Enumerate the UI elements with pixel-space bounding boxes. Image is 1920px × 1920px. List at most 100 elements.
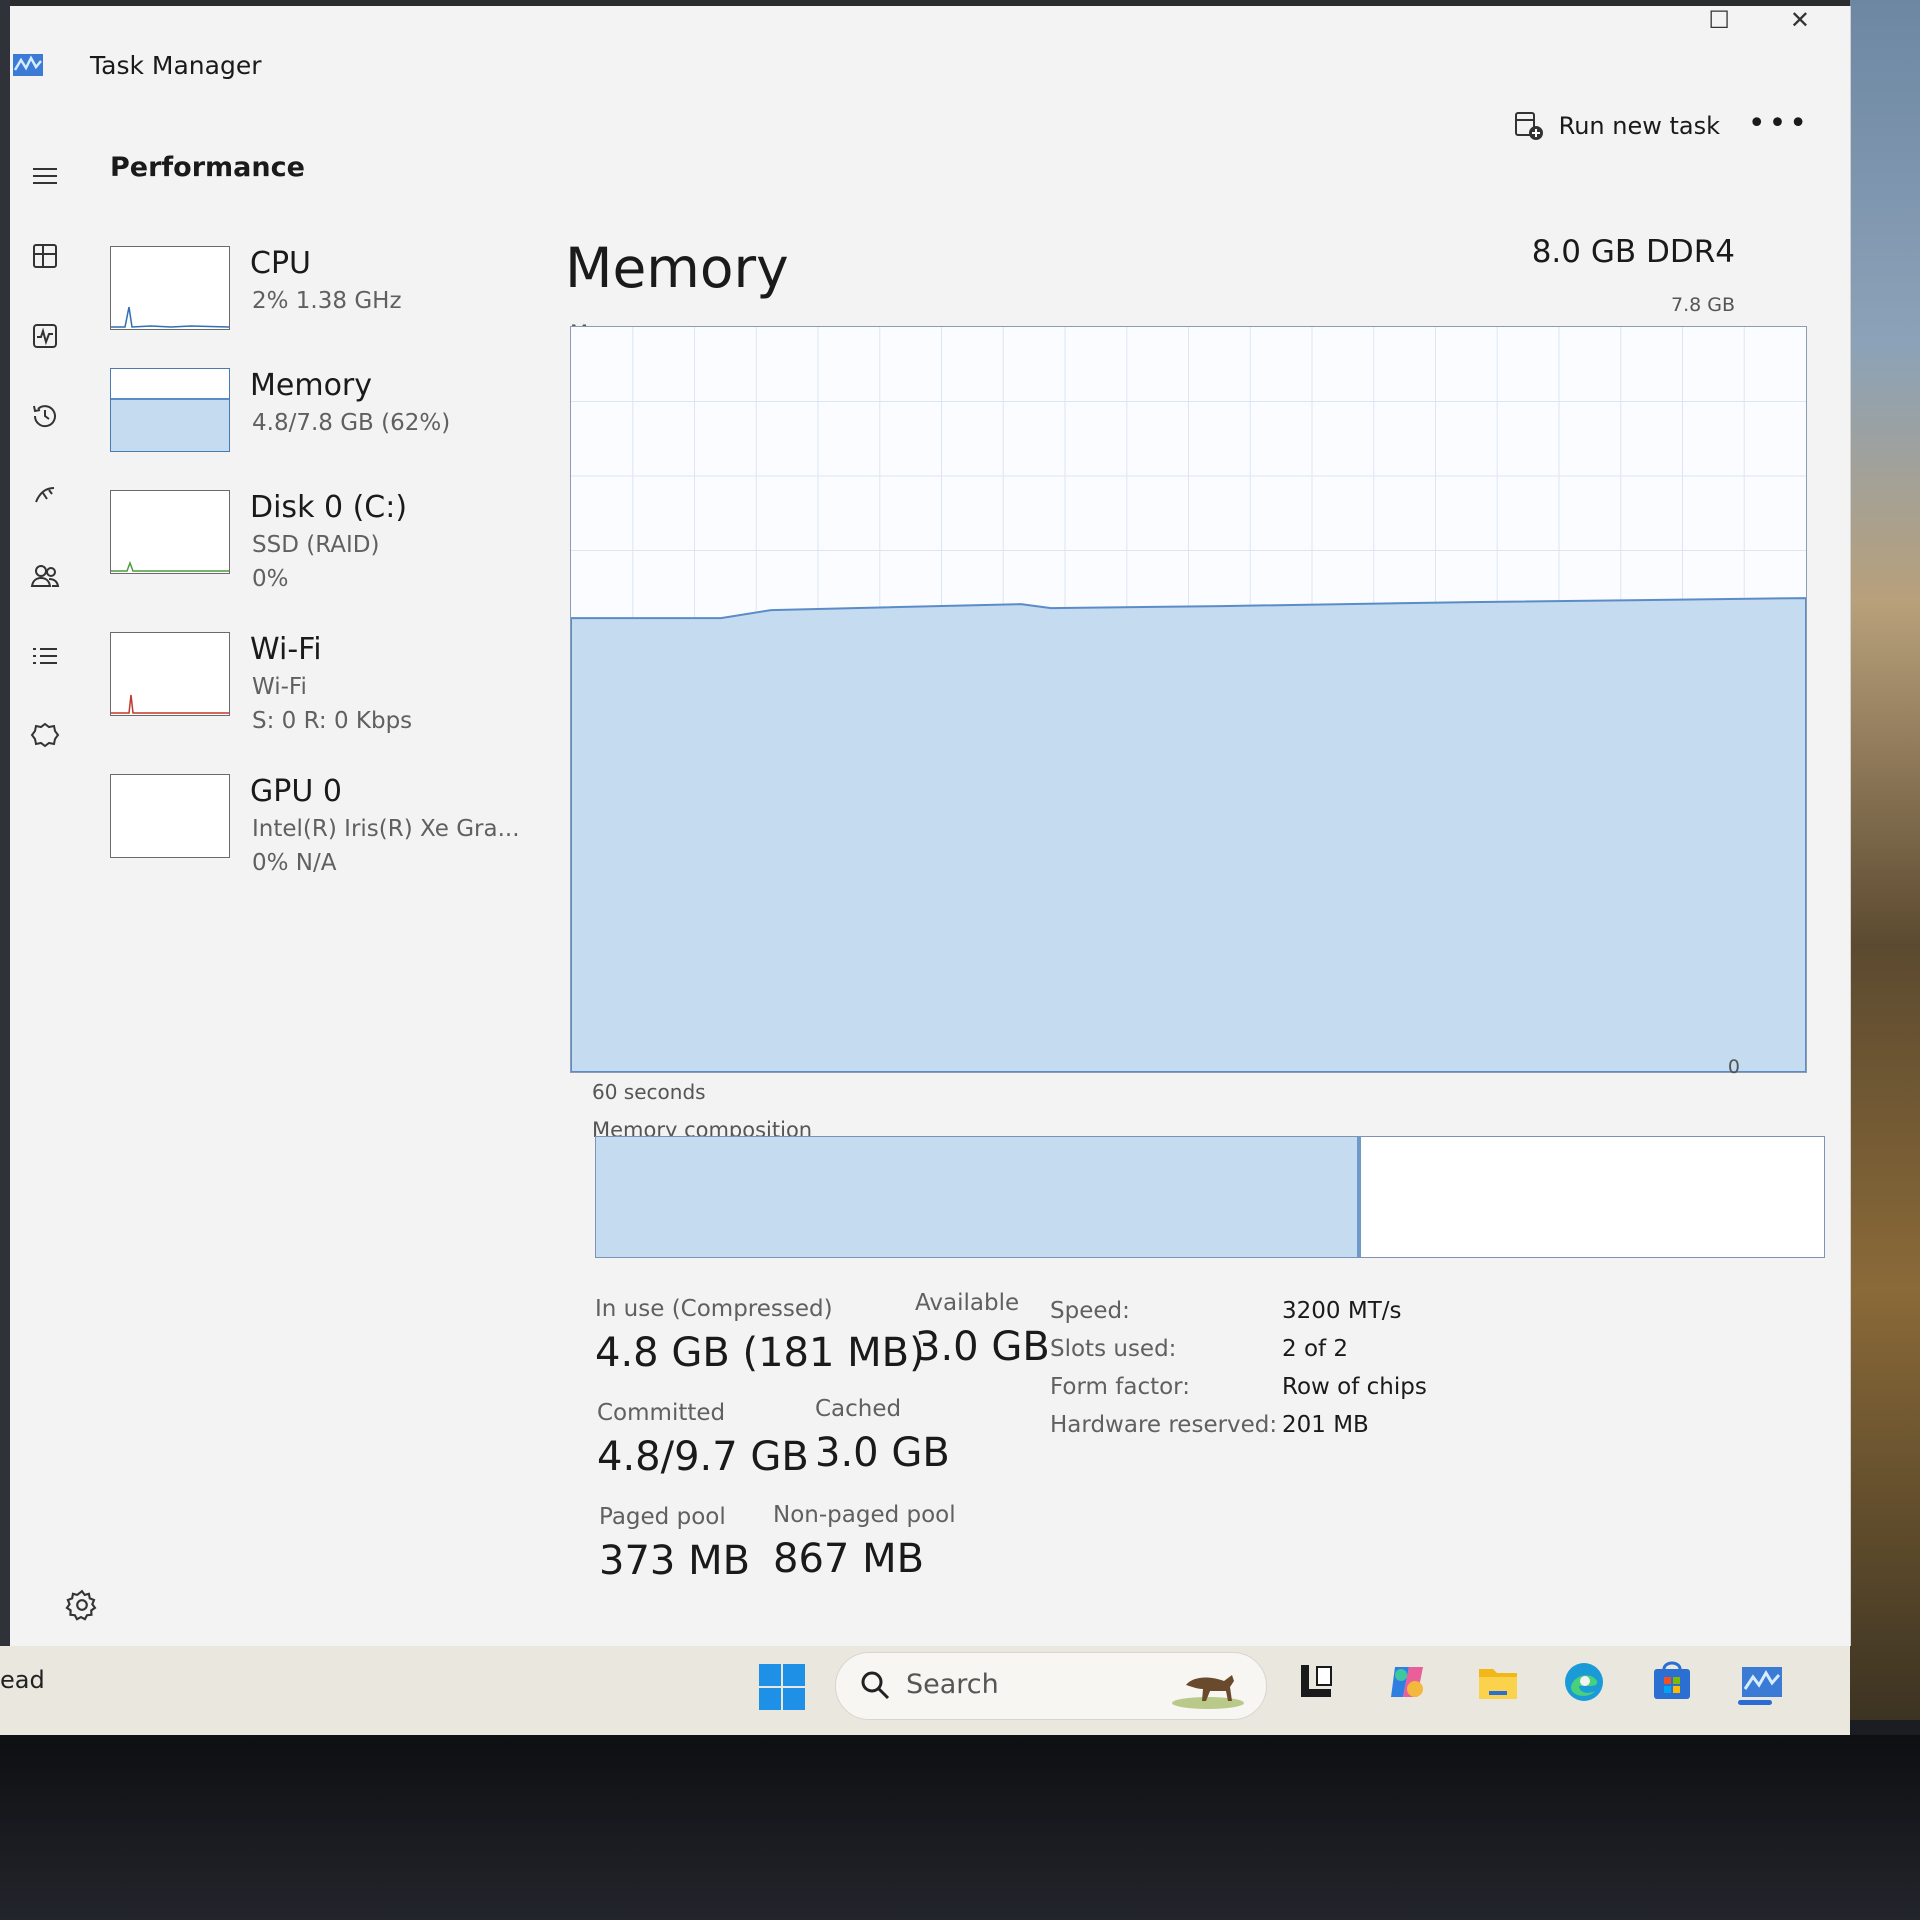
device-detail-2: 0%	[252, 566, 289, 592]
task-manager-window: Task Manager ☐ ✕ Performance Run new tas…	[10, 6, 1851, 1646]
cpu-thumbnail-graph	[110, 246, 230, 330]
search-highlight-icon	[1172, 1675, 1244, 1709]
details-icon[interactable]	[10, 628, 80, 684]
spec-label: Speed:	[1050, 1298, 1130, 1324]
window-controls: ☐ ✕	[1708, 6, 1810, 34]
spec-slots: Slots used: 2 of 2	[1050, 1336, 1470, 1374]
wifi-thumbnail-graph	[110, 632, 230, 716]
close-icon[interactable]: ✕	[1790, 6, 1810, 34]
memory-composition-bar	[595, 1136, 1825, 1258]
stat-label: Cached	[815, 1396, 902, 1422]
spec-form-factor: Form factor: Row of chips	[1050, 1374, 1470, 1412]
stat-value: 3.0 GB	[915, 1324, 1050, 1370]
device-name: Disk 0 (C:)	[250, 490, 408, 525]
memory-usage-graph	[571, 327, 1806, 1072]
device-name: CPU	[250, 246, 311, 281]
memory-usage-chart	[570, 326, 1807, 1073]
app-history-icon[interactable]	[10, 388, 80, 444]
screen-bezel-left	[0, 0, 10, 1735]
stat-committed: Committed 4.8/9.7 GB	[597, 1400, 809, 1480]
device-item-gpu[interactable]: GPU 0 Intel(R) Iris(R) Xe Gra... 0% N/A	[110, 774, 530, 884]
file-explorer-icon[interactable]	[1468, 1652, 1528, 1712]
run-new-task-label: Run new task	[1558, 112, 1720, 140]
spec-label: Hardware reserved:	[1050, 1412, 1278, 1438]
window-title: Task Manager	[90, 51, 262, 80]
start-icon[interactable]	[758, 1663, 806, 1711]
store-icon[interactable]	[1642, 1652, 1702, 1712]
device-detail: 4.8/7.8 GB (62%)	[252, 410, 451, 436]
stat-available: Available 3.0 GB	[915, 1290, 1050, 1370]
device-item-cpu[interactable]: CPU 2% 1.38 GHz	[110, 246, 530, 356]
device-name: GPU 0	[250, 774, 342, 809]
memory-spec: 8.0 GB DDR4	[1531, 234, 1735, 270]
device-detail: SSD (RAID)	[252, 532, 380, 558]
device-name: Wi-Fi	[250, 632, 322, 667]
processes-icon[interactable]	[10, 228, 80, 284]
stat-value: 3.0 GB	[815, 1430, 950, 1476]
screen-bezel-bottom	[0, 1735, 1920, 1920]
startup-apps-icon[interactable]	[10, 468, 80, 524]
active-app-indicator	[1738, 1700, 1772, 1705]
settings-gear-icon[interactable]	[65, 1588, 99, 1622]
stat-in-use: In use (Compressed) 4.8 GB (181 MB)	[595, 1296, 925, 1376]
device-name: Memory	[250, 368, 373, 403]
search-placeholder: Search	[906, 1669, 999, 1700]
stat-label: Non-paged pool	[773, 1502, 956, 1528]
device-detail: Wi-Fi	[252, 674, 307, 700]
maximize-icon[interactable]: ☐	[1708, 6, 1730, 34]
memory-usage-area	[571, 597, 1806, 1072]
time-span-label: 60 seconds	[592, 1080, 706, 1104]
spec-label: Slots used:	[1050, 1336, 1177, 1362]
device-item-wifi[interactable]: Wi-Fi Wi-Fi S: 0 R: 0 Kbps	[110, 632, 530, 742]
stat-label: Paged pool	[599, 1504, 726, 1530]
memory-title: Memory	[565, 236, 789, 300]
more-options-button[interactable]: •••	[1748, 106, 1810, 141]
stat-value: 867 MB	[773, 1536, 925, 1582]
device-detail: Intel(R) Iris(R) Xe Gra...	[252, 816, 520, 842]
spec-value: Row of chips	[1282, 1374, 1427, 1400]
device-item-disk[interactable]: Disk 0 (C:) SSD (RAID) 0%	[110, 490, 530, 600]
device-detail-2: S: 0 R: 0 Kbps	[252, 708, 413, 734]
users-icon[interactable]	[10, 548, 80, 604]
memory-thumbnail-graph	[110, 368, 230, 452]
stat-value: 4.8/9.7 GB	[597, 1434, 809, 1480]
services-icon[interactable]	[10, 708, 80, 764]
run-new-task-icon	[1514, 112, 1543, 140]
spec-label: Form factor:	[1050, 1374, 1190, 1400]
axis-zero-label: 0	[1727, 1056, 1740, 1078]
stat-value: 373 MB	[599, 1538, 751, 1584]
task-manager-app-icon	[13, 54, 43, 76]
gpu-thumbnail-graph	[110, 774, 230, 858]
stat-label: Committed	[597, 1400, 726, 1426]
desktop-edge-text: ead	[0, 1666, 45, 1694]
copilot-icon[interactable]	[1378, 1652, 1438, 1712]
memory-max-label: 7.8 GB	[1670, 294, 1735, 316]
spec-value: 3200 MT/s	[1282, 1298, 1402, 1324]
stat-label: In use (Compressed)	[595, 1296, 833, 1322]
disk-thumbnail-graph	[110, 490, 230, 574]
device-item-memory[interactable]: Memory 4.8/7.8 GB (62%)	[110, 368, 530, 478]
taskbar-search-box[interactable]: Search	[835, 1652, 1267, 1720]
performance-icon[interactable]	[10, 308, 80, 364]
stat-label: Available	[915, 1290, 1020, 1316]
edge-icon[interactable]	[1554, 1652, 1614, 1712]
device-detail: 2% 1.38 GHz	[252, 288, 402, 314]
spec-speed: Speed: 3200 MT/s	[1050, 1298, 1470, 1336]
stat-non-paged-pool: Non-paged pool 867 MB	[773, 1502, 956, 1582]
spec-value: 201 MB	[1282, 1412, 1369, 1438]
stat-value: 4.8 GB (181 MB)	[595, 1330, 925, 1376]
desktop-wallpaper	[1850, 0, 1920, 1720]
spec-value: 2 of 2	[1282, 1336, 1349, 1362]
page-title: Performance	[110, 152, 305, 183]
stat-cached: Cached 3.0 GB	[815, 1396, 950, 1476]
hamburger-menu-icon[interactable]	[10, 148, 80, 204]
search-icon	[861, 1671, 890, 1700]
task-view-icon[interactable]	[1286, 1652, 1346, 1712]
spec-hardware-reserved: Hardware reserved: 201 MB	[1050, 1412, 1470, 1450]
title-bar[interactable]: Task Manager ☐ ✕	[10, 6, 1850, 106]
run-new-task-button[interactable]: Run new task	[1513, 110, 1720, 142]
device-detail-2: 0% N/A	[252, 850, 337, 876]
stat-paged-pool: Paged pool 373 MB	[599, 1504, 750, 1584]
navigation-rail	[10, 136, 100, 1636]
composition-in-use	[596, 1137, 1362, 1257]
